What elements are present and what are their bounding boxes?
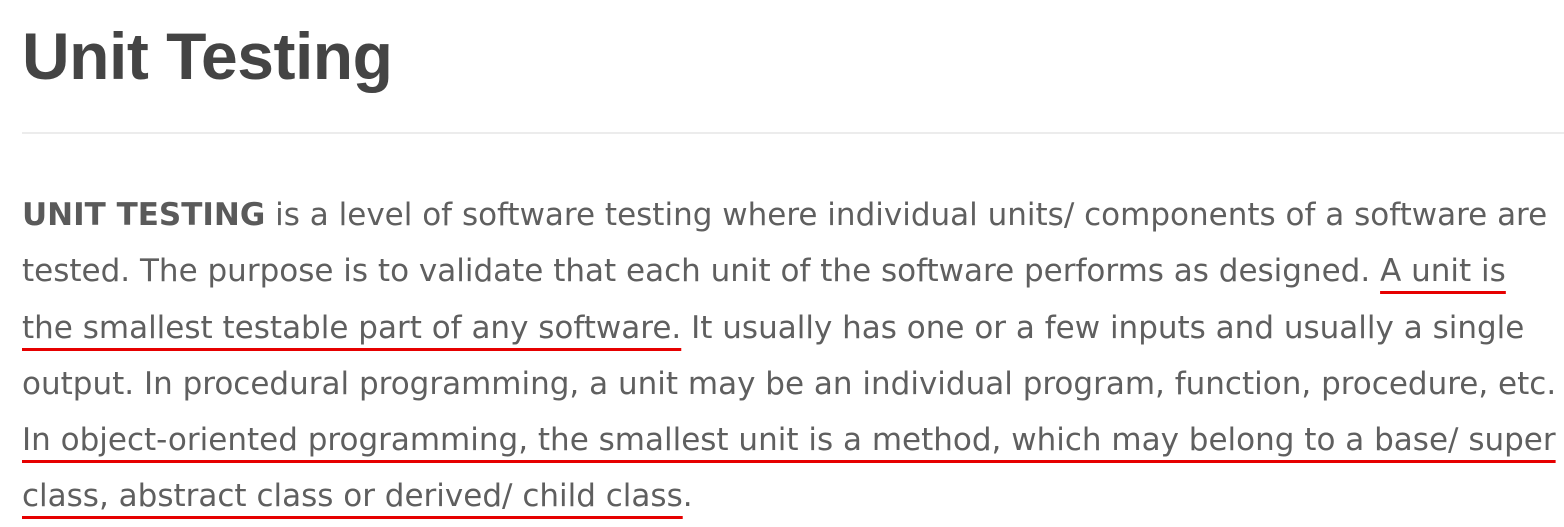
paragraph-text-3: . [682, 478, 693, 515]
article-paragraph: UNIT TESTING is a level of software test… [22, 187, 1562, 525]
lead-term: UNIT TESTING [22, 197, 266, 233]
page-title: Unit Testing [22, 19, 393, 93]
highlighted-sentence-2: In object-oriented programming, the smal… [22, 422, 1556, 515]
title-divider [22, 132, 1564, 134]
